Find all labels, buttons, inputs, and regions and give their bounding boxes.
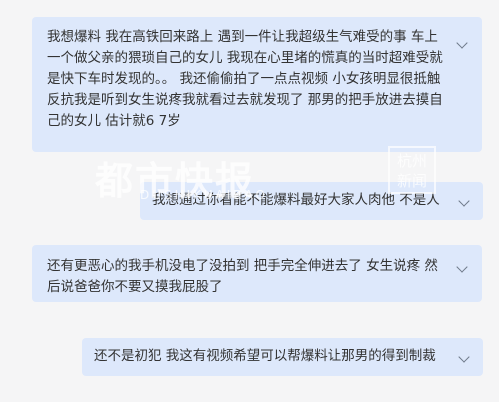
chevron-down-icon[interactable]: [458, 351, 470, 363]
message-text: 还不是初犯 我这有视频希望可以帮爆料让那男的得到制裁: [94, 348, 436, 364]
watermark-latin: DUSHIKUAIBAO: [140, 188, 268, 202]
watermark-logo: 杭州新闻: [388, 146, 436, 194]
chat-message-4: 还不是初犯 我这有视频希望可以帮爆料让那男的得到制裁: [82, 338, 483, 376]
chat-message-1: 我想爆料 我在高铁回来路上 遇到一件让我超级生气难受的事 车上一个做父亲的猥琐自…: [32, 17, 482, 152]
message-text: 还有更恶心的我手机没电了没拍到 把手完全伸进去了 女生说疼 然后说爸爸你不要又摸…: [47, 258, 438, 295]
chevron-down-icon[interactable]: [456, 261, 468, 273]
message-text: 我想爆料 我在高铁回来路上 遇到一件让我超级生气难受的事 车上一个做父亲的猥琐自…: [47, 29, 443, 129]
chevron-down-icon[interactable]: [458, 195, 470, 207]
chat-message-3: 还有更恶心的我手机没电了没拍到 把手完全伸进去了 女生说疼 然后说爸爸你不要又摸…: [32, 245, 482, 302]
chevron-down-icon[interactable]: [456, 37, 468, 49]
